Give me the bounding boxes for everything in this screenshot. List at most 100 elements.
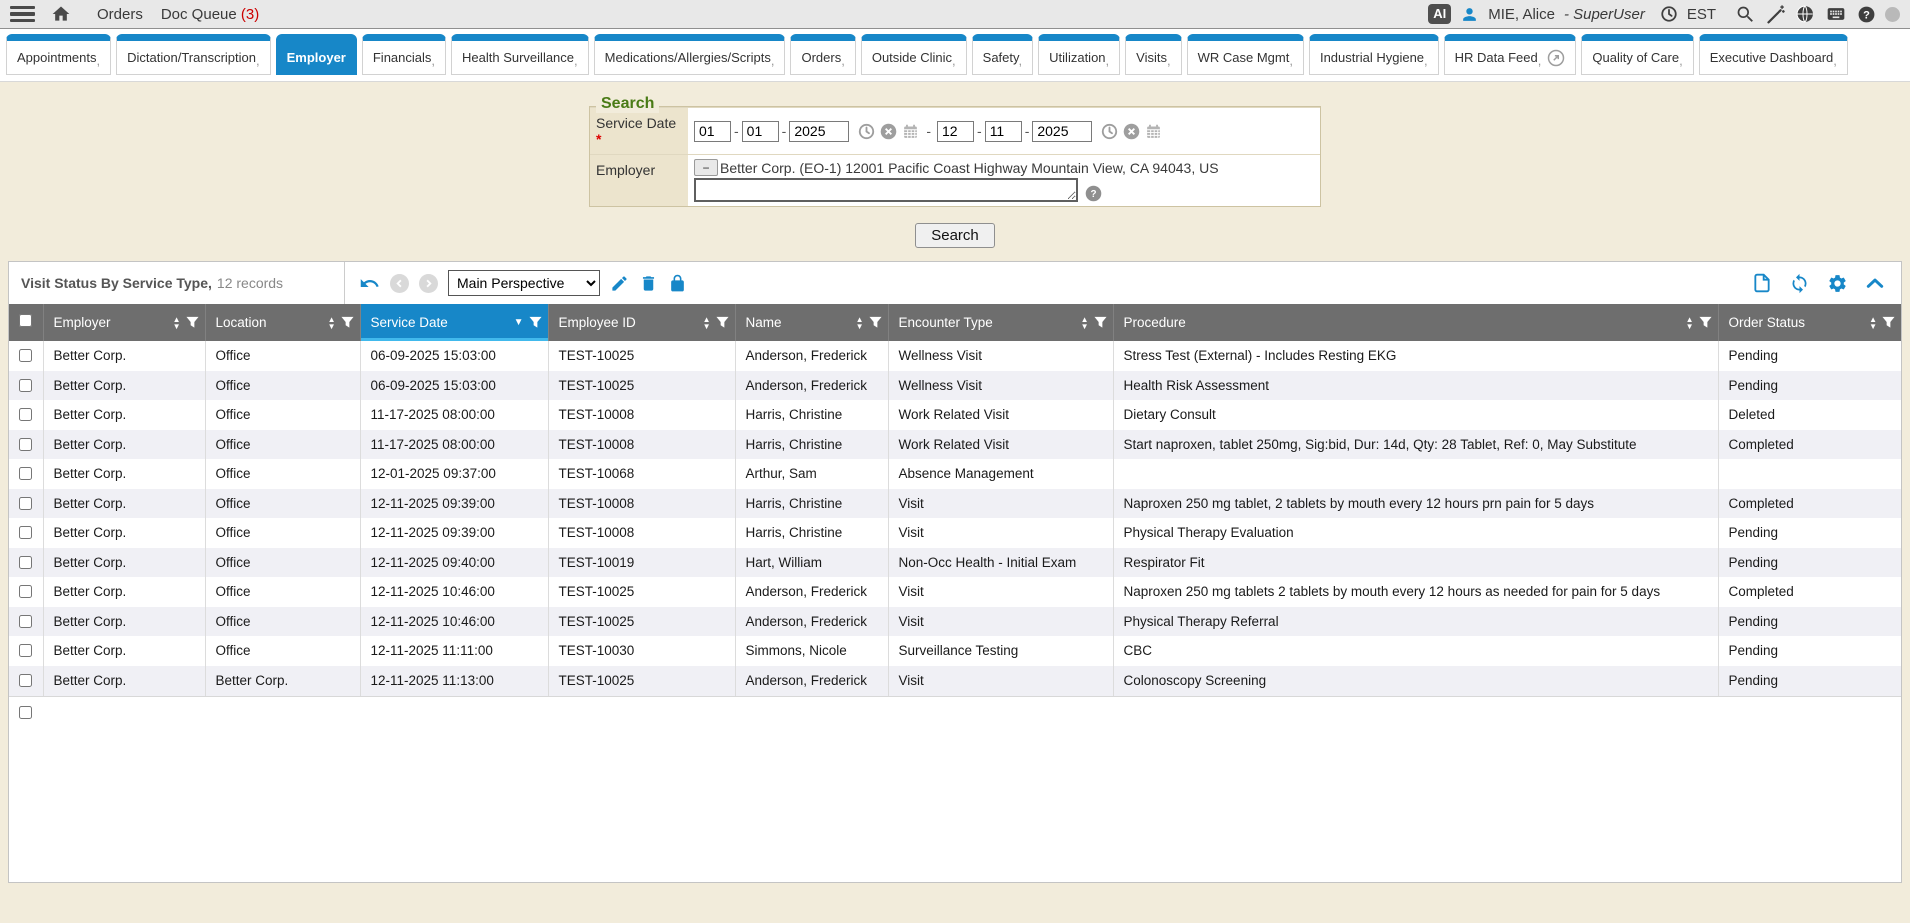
user-name[interactable]: MIE, Alice bbox=[1488, 6, 1555, 23]
row-checkbox[interactable] bbox=[19, 497, 32, 510]
select-all-checkbox[interactable] bbox=[19, 314, 32, 327]
remove-employer-button[interactable]: − bbox=[694, 159, 718, 176]
hamburger-menu-icon[interactable] bbox=[10, 3, 35, 26]
filter-funnel-icon[interactable] bbox=[869, 316, 882, 329]
time-picker-icon[interactable] bbox=[858, 123, 875, 140]
row-checkbox[interactable] bbox=[19, 585, 32, 598]
tab-financials[interactable]: Financials bbox=[362, 34, 446, 75]
column-header-procedure[interactable]: Procedure▲▼ bbox=[1113, 304, 1718, 341]
tab-health-surveillance[interactable]: Health Surveillance bbox=[451, 34, 589, 75]
tab-hr-data-feed[interactable]: HR Data Feed bbox=[1444, 34, 1577, 75]
tab-visits[interactable]: Visits bbox=[1125, 34, 1181, 75]
filter-funnel-icon[interactable] bbox=[186, 316, 199, 329]
sort-icon[interactable]: ▲▼ bbox=[1686, 316, 1694, 330]
clear-x-icon[interactable] bbox=[1123, 123, 1140, 140]
row-checkbox[interactable] bbox=[19, 644, 32, 657]
tab-utilization[interactable]: Utilization bbox=[1038, 34, 1120, 75]
tab-dictation-transcription[interactable]: Dictation/Transcription bbox=[116, 34, 270, 75]
tab-executive-dashboard[interactable]: Executive Dashboard bbox=[1699, 34, 1848, 75]
lock-icon[interactable] bbox=[668, 274, 687, 293]
time-picker-icon[interactable] bbox=[1101, 123, 1118, 140]
help-icon[interactable]: ? bbox=[1857, 5, 1876, 24]
new-document-icon[interactable] bbox=[1752, 273, 1772, 293]
filter-funnel-icon[interactable] bbox=[1699, 316, 1712, 329]
cell-name: Anderson, Frederick bbox=[735, 341, 888, 371]
column-header-employer[interactable]: Employer▲▼ bbox=[43, 304, 205, 341]
filter-funnel-icon[interactable] bbox=[341, 316, 354, 329]
tab-orders[interactable]: Orders bbox=[790, 34, 855, 75]
cell-employee-id: TEST-10025 bbox=[548, 341, 735, 371]
date-from-month-input[interactable] bbox=[694, 121, 731, 142]
filter-funnel-icon[interactable] bbox=[529, 316, 542, 329]
date-to-month-input[interactable] bbox=[937, 121, 974, 142]
tab-outside-clinic[interactable]: Outside Clinic bbox=[861, 34, 967, 75]
column-header-service-date[interactable]: Service Date▼ bbox=[360, 304, 548, 341]
table-row: Better Corp.Office06-09-2025 15:03:00TES… bbox=[9, 371, 1901, 401]
clear-x-icon[interactable] bbox=[880, 123, 897, 140]
tab-safety[interactable]: Safety bbox=[972, 34, 1034, 75]
clock-icon[interactable] bbox=[1660, 5, 1678, 23]
filter-funnel-icon[interactable] bbox=[1882, 316, 1895, 329]
prev-chevron-icon[interactable] bbox=[390, 274, 409, 293]
row-checkbox[interactable] bbox=[19, 556, 32, 569]
date-from-year-input[interactable] bbox=[789, 121, 849, 142]
keyboard-icon[interactable] bbox=[1824, 4, 1848, 24]
globe-phone-icon[interactable] bbox=[1795, 4, 1815, 24]
sort-icon[interactable]: ▲▼ bbox=[856, 316, 864, 330]
trash-icon[interactable] bbox=[639, 274, 658, 293]
perspective-select[interactable]: Main Perspective bbox=[448, 270, 600, 296]
footer-checkbox[interactable] bbox=[19, 706, 32, 719]
settings-gear-icon[interactable] bbox=[1827, 273, 1848, 294]
sort-icon[interactable]: ▲▼ bbox=[328, 316, 336, 330]
wand-icon[interactable] bbox=[1765, 4, 1786, 25]
row-checkbox[interactable] bbox=[19, 467, 32, 480]
edit-pencil-icon[interactable] bbox=[610, 274, 629, 293]
sort-icon[interactable]: ▲▼ bbox=[1081, 316, 1089, 330]
sort-desc-icon[interactable]: ▼ bbox=[514, 317, 524, 328]
search-icon[interactable] bbox=[1735, 4, 1756, 25]
tab-quality-of-care[interactable]: Quality of Care bbox=[1581, 34, 1693, 75]
collapse-chevron-icon[interactable] bbox=[1865, 273, 1885, 293]
calendar-icon[interactable] bbox=[1145, 123, 1162, 140]
tab-wr-case-mgmt[interactable]: WR Case Mgmt bbox=[1187, 34, 1304, 75]
filter-funnel-icon[interactable] bbox=[1094, 316, 1107, 329]
cell-employer: Better Corp. bbox=[43, 400, 205, 430]
row-checkbox[interactable] bbox=[19, 615, 32, 628]
filter-funnel-icon[interactable] bbox=[716, 316, 729, 329]
row-checkbox[interactable] bbox=[19, 674, 32, 687]
row-checkbox[interactable] bbox=[19, 526, 32, 539]
row-checkbox[interactable] bbox=[19, 349, 32, 362]
breadcrumb-orders[interactable]: Orders bbox=[97, 6, 143, 23]
search-button[interactable]: Search bbox=[915, 223, 995, 248]
row-checkbox[interactable] bbox=[19, 408, 32, 421]
column-header-order-status[interactable]: Order Status▲▼ bbox=[1718, 304, 1901, 341]
sort-icon[interactable]: ▲▼ bbox=[703, 316, 711, 330]
employer-search-input[interactable] bbox=[694, 178, 1078, 202]
help-icon[interactable]: ? bbox=[1085, 185, 1102, 202]
column-header-location[interactable]: Location▲▼ bbox=[205, 304, 360, 341]
tab-medications-allergies-scripts[interactable]: Medications/Allergies/Scripts bbox=[594, 34, 786, 75]
home-icon[interactable] bbox=[51, 4, 71, 24]
date-to-year-input[interactable] bbox=[1032, 121, 1092, 142]
date-from-day-input[interactable] bbox=[742, 121, 779, 142]
row-checkbox[interactable] bbox=[19, 379, 32, 392]
next-chevron-icon[interactable] bbox=[419, 274, 438, 293]
tab-appointments[interactable]: Appointments bbox=[6, 34, 111, 75]
cell-order-status: Pending bbox=[1718, 636, 1901, 666]
column-header-employee-id[interactable]: Employee ID▲▼ bbox=[548, 304, 735, 341]
tab-industrial-hygiene[interactable]: Industrial Hygiene bbox=[1309, 34, 1439, 75]
sort-icon[interactable]: ▲▼ bbox=[1869, 316, 1877, 330]
results-grid-panel: Visit Status By Service Type, 12 records… bbox=[8, 261, 1902, 883]
calendar-icon[interactable] bbox=[902, 123, 919, 140]
user-icon[interactable] bbox=[1460, 5, 1479, 24]
row-checkbox[interactable] bbox=[19, 438, 32, 451]
sort-icon[interactable]: ▲▼ bbox=[173, 316, 181, 330]
column-header-name[interactable]: Name▲▼ bbox=[735, 304, 888, 341]
date-to-day-input[interactable] bbox=[985, 121, 1022, 142]
column-header-encounter-type[interactable]: Encounter Type▲▼ bbox=[888, 304, 1113, 341]
ai-badge[interactable]: AI bbox=[1428, 4, 1451, 24]
tab-employer[interactable]: Employer bbox=[276, 34, 357, 75]
refresh-icon[interactable] bbox=[1789, 273, 1810, 294]
undo-icon[interactable] bbox=[359, 273, 380, 294]
breadcrumb-doc-queue[interactable]: Doc Queue (3) bbox=[161, 6, 259, 23]
